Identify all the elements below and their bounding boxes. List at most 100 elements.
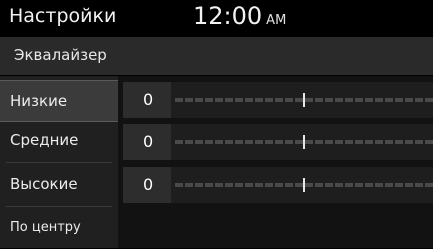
slider-segment <box>315 98 323 102</box>
slider-segment <box>425 183 433 187</box>
slider-segment <box>185 98 193 102</box>
slider-segment <box>385 183 393 187</box>
slider-thumb[interactable] <box>303 178 305 192</box>
value-box: 0 <box>123 124 171 160</box>
slider-segment <box>315 183 323 187</box>
slider-thumb[interactable] <box>303 93 305 107</box>
slider-segment <box>175 183 183 187</box>
slider-thumb[interactable] <box>303 135 305 149</box>
sidebar-item-bass[interactable]: Низкие <box>0 80 118 122</box>
status-bar: Настройки 12:00 AM <box>0 0 433 37</box>
slider-segment <box>255 183 263 187</box>
slider-segment <box>245 98 253 102</box>
equalizer-panel: 0 0 0 <box>118 76 433 248</box>
slider-segment <box>405 183 413 187</box>
sidebar-item-center[interactable]: По центру <box>0 207 118 249</box>
slider-segment <box>195 140 203 144</box>
slider-segment <box>305 183 313 187</box>
slider-segment <box>275 183 283 187</box>
slider-segment <box>185 183 193 187</box>
slider-segment <box>345 98 353 102</box>
slider-segment <box>265 140 273 144</box>
clock: 12:00 AM <box>193 2 286 30</box>
slider-segment <box>295 183 303 187</box>
sidebar-item-mid[interactable]: Средние <box>0 120 118 162</box>
slider-segment <box>185 140 193 144</box>
band-value: 0 <box>143 175 154 194</box>
eq-slider[interactable] <box>175 93 433 107</box>
slider-segment <box>385 140 393 144</box>
sidebar-item-treble[interactable]: Высокие <box>0 164 118 206</box>
slider-segment <box>175 140 183 144</box>
slider-segment <box>425 140 433 144</box>
slider-segment <box>215 183 223 187</box>
slider-segment <box>235 98 243 102</box>
slider-segment <box>325 98 333 102</box>
slider-segment <box>395 140 403 144</box>
slider-segment <box>375 140 383 144</box>
slider-segment <box>335 140 343 144</box>
value-box: 0 <box>123 167 171 203</box>
slider-segment <box>425 98 433 102</box>
slider-segment <box>365 98 373 102</box>
slider-segment <box>415 183 423 187</box>
slider-segment <box>295 140 303 144</box>
slider-segment <box>215 140 223 144</box>
slider-segment <box>375 183 383 187</box>
slider-segment <box>395 183 403 187</box>
slider-segment <box>315 140 323 144</box>
slider-segment <box>245 140 253 144</box>
slider-segment <box>415 98 423 102</box>
sidebar: Низкие Средние Высокие По центру <box>0 76 118 248</box>
slider-segment <box>255 98 263 102</box>
eq-row-mid[interactable]: 0 <box>123 124 433 160</box>
slider-segment <box>265 98 273 102</box>
slider-segment <box>345 140 353 144</box>
slider-segment <box>345 183 353 187</box>
slider-segment <box>355 98 363 102</box>
slider-segment <box>195 183 203 187</box>
slider-segment <box>395 98 403 102</box>
slider-segment <box>415 140 423 144</box>
slider-segment <box>365 140 373 144</box>
slider-segment <box>235 183 243 187</box>
section-header: Эквалайзер <box>0 38 433 75</box>
slider-segment <box>405 140 413 144</box>
sidebar-item-label: Средние <box>10 131 79 149</box>
eq-slider[interactable] <box>175 178 433 192</box>
band-value: 0 <box>143 90 154 109</box>
clock-ampm: AM <box>266 13 287 28</box>
slider-segment <box>175 98 183 102</box>
slider-segment <box>335 183 343 187</box>
slider-segment <box>325 140 333 144</box>
slider-segment <box>365 183 373 187</box>
clock-time: 12:00 <box>193 2 263 30</box>
screen-title: Настройки <box>9 5 117 27</box>
slider-segment <box>355 183 363 187</box>
eq-row-bass[interactable]: 0 <box>123 82 433 118</box>
sidebar-item-label: Высокие <box>10 175 78 193</box>
slider-segment <box>265 183 273 187</box>
slider-segment <box>245 183 253 187</box>
band-value: 0 <box>143 132 154 151</box>
section-title: Эквалайзер <box>14 46 107 64</box>
slider-segment <box>405 98 413 102</box>
slider-segment <box>295 98 303 102</box>
sidebar-item-label: По центру <box>10 220 81 235</box>
slider-segment <box>355 140 363 144</box>
slider-segment <box>255 140 263 144</box>
slider-segment <box>285 183 293 187</box>
eq-slider[interactable] <box>175 135 433 149</box>
eq-row-treble[interactable]: 0 <box>123 167 433 203</box>
value-box: 0 <box>123 82 171 118</box>
slider-segment <box>285 140 293 144</box>
sidebar-divider <box>6 162 112 163</box>
sidebar-item-label: Низкие <box>10 92 68 110</box>
slider-segment <box>205 140 213 144</box>
slider-segment <box>335 98 343 102</box>
slider-segment <box>275 140 283 144</box>
slider-segment <box>305 140 313 144</box>
slider-segment <box>195 98 203 102</box>
slider-segment <box>215 98 223 102</box>
slider-segment <box>205 98 213 102</box>
